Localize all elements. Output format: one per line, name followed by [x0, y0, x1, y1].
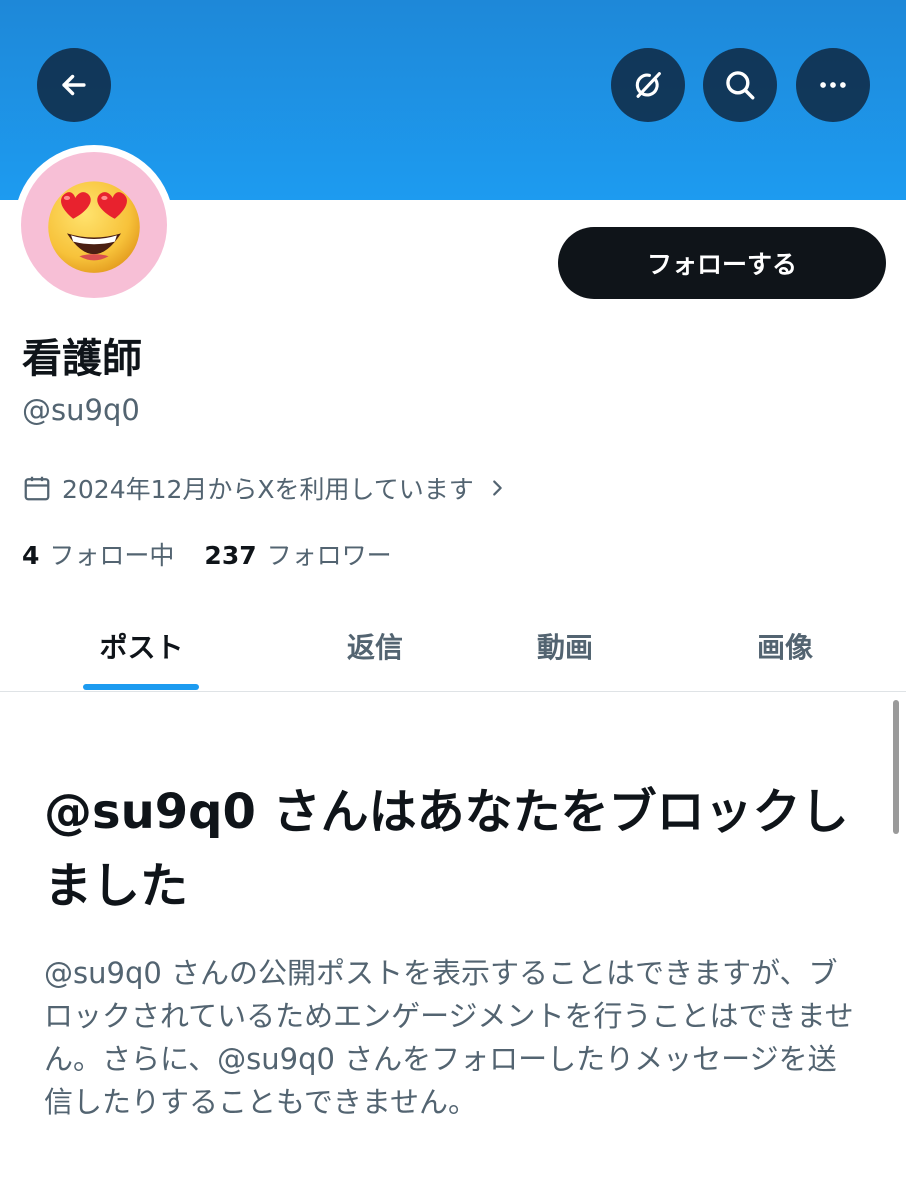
- heart-eyes-emoji: [48, 181, 140, 273]
- arrow-left-icon: [62, 74, 86, 96]
- followers-count: 237: [204, 541, 257, 570]
- grok-icon: [635, 72, 661, 98]
- follow-stats: 4 フォロー中 237 フォロワー: [22, 536, 422, 572]
- followers-stat[interactable]: 237 フォロワー: [204, 536, 391, 572]
- blocked-notice-description: @su9q0 さんの公開ポストを表示することはできますが、ブロックされているため…: [44, 956, 854, 1119]
- avatar[interactable]: [14, 145, 174, 305]
- more-button[interactable]: [796, 48, 870, 122]
- chevron-right-icon: [492, 480, 502, 496]
- following-count: 4: [22, 541, 40, 570]
- search-icon: [726, 71, 755, 100]
- tab-videos[interactable]: 動画: [490, 600, 640, 692]
- tab-replies[interactable]: 返信: [300, 600, 450, 692]
- joined-date-text: 2024年12月からXを利用しています: [62, 475, 474, 504]
- search-button[interactable]: [703, 48, 777, 122]
- scrollbar[interactable]: [893, 700, 899, 834]
- grok-button[interactable]: [611, 48, 685, 122]
- followers-label: フォロワー: [266, 541, 392, 570]
- following-stat[interactable]: 4 フォロー中: [22, 536, 174, 572]
- blocked-notice-title: @su9q0 さんはあなたをブロックしました: [44, 784, 849, 914]
- display-name: 看護師: [22, 336, 142, 382]
- back-button[interactable]: [37, 48, 111, 122]
- follow-button[interactable]: フォローする: [558, 227, 886, 299]
- avatar-image: [21, 152, 167, 298]
- following-label: フォロー中: [49, 541, 175, 570]
- active-tab-indicator: [83, 684, 199, 690]
- calendar-icon: [24, 476, 50, 501]
- joined-date-row[interactable]: 2024年12月からXを利用しています: [22, 470, 508, 506]
- user-handle: @su9q0: [22, 393, 140, 427]
- more-horizontal-icon: [820, 82, 846, 88]
- tab-posts[interactable]: ポスト: [50, 600, 233, 692]
- profile-tabs: ポスト 返信 動画 画像: [0, 600, 906, 692]
- tab-images[interactable]: 画像: [710, 600, 860, 692]
